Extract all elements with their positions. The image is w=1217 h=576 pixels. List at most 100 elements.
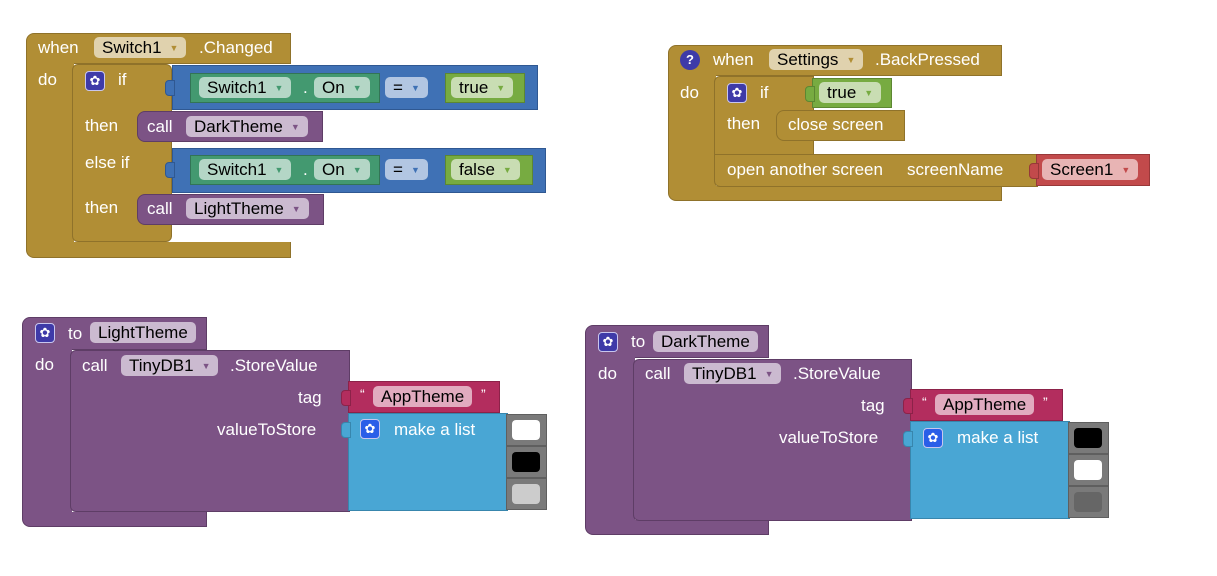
component-dropdown[interactable]: Switch1 ▼ (199, 77, 292, 98)
procedure-name: LightTheme (98, 323, 188, 342)
chevron-down-icon: ▼ (274, 83, 284, 93)
text-value-field[interactable]: AppTheme (373, 386, 473, 407)
puzzle-tab (1029, 163, 1039, 179)
do-label: do (598, 364, 617, 383)
dot-separator: . (303, 78, 308, 97)
property-dropdown[interactable]: On ▼ (314, 159, 370, 180)
color-swatch (1074, 492, 1102, 512)
procedure-dropdown[interactable]: DarkTheme ▼ (186, 116, 308, 137)
operator: = (393, 160, 403, 179)
boolean-dropdown[interactable]: false ▼ (451, 159, 520, 180)
color-swatch (1074, 428, 1102, 448)
method-name: .StoreValue (793, 364, 881, 383)
make-a-list-label: make a list (957, 428, 1039, 447)
gear-icon[interactable]: ✿ (85, 71, 105, 91)
if-label: if (118, 70, 127, 89)
do-label: do (38, 70, 57, 89)
gear-icon[interactable]: ✿ (35, 323, 55, 343)
puzzle-tab (165, 80, 175, 96)
dot-separator: . (303, 160, 308, 179)
operator-dropdown[interactable]: = ▼ (385, 159, 428, 180)
value-to-store-label: valueToStore (779, 428, 879, 447)
screen-name-param-label: screenName (907, 160, 1004, 179)
gear-icon[interactable]: ✿ (360, 419, 380, 439)
component-dropdown[interactable]: Switch1 ▼ (94, 37, 187, 58)
gear-icon[interactable]: ✿ (598, 332, 618, 352)
open-another-screen-label: open another screen (727, 160, 883, 179)
procedure-name-field[interactable]: LightTheme (90, 322, 196, 343)
call-label: call (147, 117, 173, 136)
color-swatch (512, 420, 540, 440)
value-to-store-label: valueToStore (217, 420, 317, 439)
component-name: Switch1 (207, 160, 267, 179)
chevron-down-icon: ▼ (846, 55, 856, 65)
then-label: then (85, 198, 119, 217)
component-name: TinyDB1 (692, 364, 757, 383)
chevron-down-icon: ▼ (290, 122, 300, 132)
close-quote-icon: ” (1043, 394, 1048, 410)
chevron-down-icon: ▼ (410, 83, 420, 93)
help-icon[interactable]: ? (680, 50, 700, 70)
component-dropdown[interactable]: Switch1 ▼ (199, 159, 292, 180)
color-swatch (512, 452, 540, 472)
puzzle-tab (805, 86, 815, 102)
property-name: On (322, 160, 345, 179)
tag-label: tag (861, 396, 885, 415)
boolean-value: false (459, 160, 495, 179)
close-screen-label: close screen (788, 115, 884, 134)
gear-icon[interactable]: ✿ (923, 428, 943, 448)
procedure-name: DarkTheme (194, 117, 283, 136)
chevron-down-icon: ▼ (352, 83, 362, 93)
when-label: when (713, 50, 754, 69)
close-quote-icon: ” (481, 386, 486, 402)
text-value-field[interactable]: AppTheme (935, 394, 1035, 415)
procedure-dropdown[interactable]: LightTheme ▼ (186, 198, 309, 219)
component-name: TinyDB1 (129, 356, 194, 375)
chevron-down-icon: ▼ (291, 204, 301, 214)
color-swatch (512, 484, 540, 504)
event-name: .Changed (199, 38, 273, 57)
chevron-down-icon: ▼ (502, 165, 512, 175)
procedure-name-field[interactable]: DarkTheme (653, 331, 758, 352)
procedure-name: DarkTheme (661, 332, 750, 351)
event-name: .BackPressed (875, 50, 980, 69)
puzzle-tab (903, 398, 913, 414)
component-dropdown[interactable]: TinyDB1 ▼ (684, 363, 782, 384)
then-label: then (727, 114, 761, 133)
procedure-name: LightTheme (194, 199, 284, 218)
property-dropdown[interactable]: On ▼ (314, 77, 370, 98)
text-value: AppTheme (381, 387, 465, 406)
chevron-down-icon: ▼ (352, 165, 362, 175)
component-dropdown[interactable]: Settings ▼ (769, 49, 864, 70)
component-dropdown[interactable]: TinyDB1 ▼ (121, 355, 219, 376)
boolean-value: true (827, 83, 857, 102)
make-a-list-label: make a list (394, 420, 476, 439)
boolean-dropdown[interactable]: true ▼ (451, 77, 514, 98)
component-name: Settings (777, 50, 839, 69)
call-label: call (645, 364, 671, 383)
chevron-down-icon: ▼ (864, 88, 874, 98)
operator: = (393, 78, 403, 97)
else-if-label: else if (85, 153, 130, 172)
open-quote-icon: “ (360, 386, 365, 402)
method-name: .StoreValue (230, 356, 318, 375)
gear-icon[interactable]: ✿ (727, 83, 747, 103)
call-label: call (82, 356, 108, 375)
do-label: do (680, 83, 699, 102)
tag-label: tag (298, 388, 322, 407)
chevron-down-icon: ▼ (274, 165, 284, 175)
screen-dropdown[interactable]: Screen1 ▼ (1042, 159, 1139, 180)
when-label: when (38, 38, 79, 57)
chevron-down-icon: ▼ (410, 165, 420, 175)
text-value: AppTheme (943, 395, 1027, 414)
component-name: Switch1 (207, 78, 267, 97)
operator-dropdown[interactable]: = ▼ (385, 77, 428, 98)
component-name: Switch1 (102, 38, 162, 57)
boolean-value: true (459, 78, 489, 97)
chevron-down-icon: ▼ (169, 43, 179, 53)
procedure-footer (22, 512, 207, 527)
event-footer (668, 186, 1002, 201)
boolean-dropdown[interactable]: true ▼ (819, 82, 882, 103)
puzzle-tab (165, 162, 175, 178)
to-label: to (631, 332, 646, 351)
